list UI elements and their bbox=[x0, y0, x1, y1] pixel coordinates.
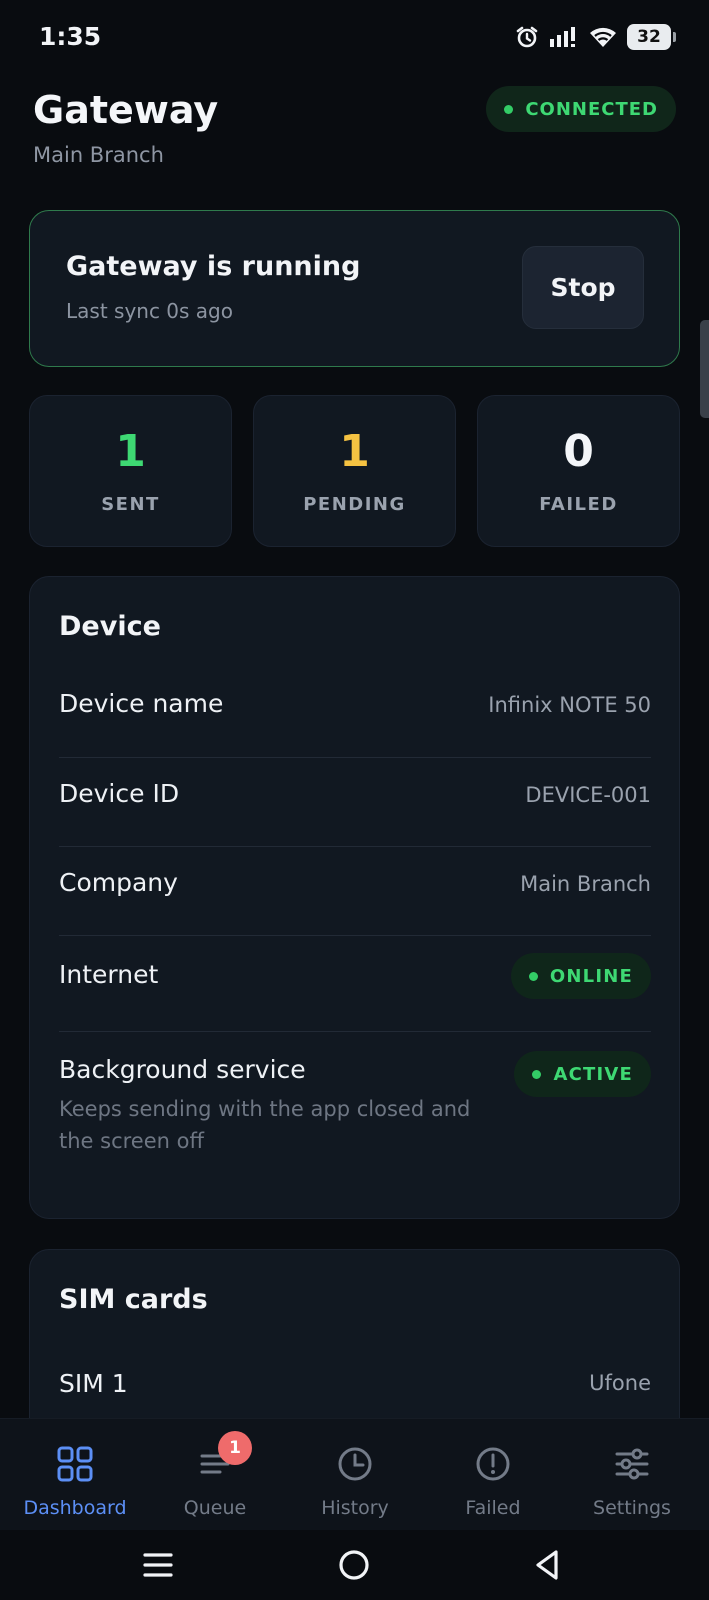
stop-button[interactable]: Stop bbox=[522, 246, 644, 329]
device-id-row: Device ID DEVICE-001 bbox=[59, 777, 651, 817]
internet-status-text: ONLINE bbox=[549, 965, 633, 987]
gateway-screen: 1:35 32 Gateway Main Branch CONNECTED Ga… bbox=[0, 0, 709, 1600]
alarm-icon bbox=[516, 26, 538, 48]
internet-status-badge: ONLINE bbox=[510, 953, 651, 999]
connection-status-badge: CONNECTED bbox=[486, 86, 676, 132]
stat-value-failed: 0 bbox=[563, 426, 594, 477]
nav-queue[interactable]: 1 Queue bbox=[145, 1419, 285, 1531]
sim1-value: Ufone bbox=[589, 1371, 651, 1395]
nav-settings-label: Settings bbox=[593, 1497, 671, 1519]
nav-failed[interactable]: Failed bbox=[423, 1419, 563, 1531]
status-time: 1:35 bbox=[39, 22, 102, 51]
gateway-running-card: Gateway is running Last sync 0s ago Stop bbox=[29, 210, 680, 367]
wifi-icon bbox=[590, 27, 616, 47]
device-name-row: Device name Infinix NOTE 50 bbox=[59, 687, 651, 727]
internet-label: Internet bbox=[59, 960, 159, 989]
nav-dashboard-label: Dashboard bbox=[23, 1497, 127, 1519]
stat-label-sent: SENT bbox=[101, 494, 160, 515]
stat-card-failed: 0 FAILED bbox=[477, 395, 680, 547]
status-icons: 32 bbox=[515, 24, 676, 50]
status-dot-icon bbox=[504, 104, 514, 114]
queue-count-badge: 1 bbox=[218, 1431, 252, 1465]
last-sync-text: Last sync 0s ago bbox=[66, 299, 233, 323]
divider bbox=[59, 1031, 651, 1032]
dashboard-icon bbox=[57, 1446, 93, 1482]
device-card: Device Device name Infinix NOTE 50 Devic… bbox=[29, 576, 680, 1219]
stat-label-failed: FAILED bbox=[539, 494, 618, 515]
company-row: Company Main Branch bbox=[59, 866, 651, 906]
signal-icon bbox=[550, 27, 575, 47]
stat-value-pending: 1 bbox=[339, 426, 370, 477]
device-id-value: DEVICE-001 bbox=[525, 783, 651, 807]
device-name-label: Device name bbox=[59, 689, 224, 718]
internet-row: Internet ONLINE bbox=[59, 951, 651, 1001]
connection-status-text: CONNECTED bbox=[525, 98, 658, 120]
stat-value-sent: 1 bbox=[115, 426, 146, 477]
nav-failed-label: Failed bbox=[465, 1497, 521, 1519]
battery-level: 32 bbox=[637, 27, 661, 47]
nav-queue-label: Queue bbox=[183, 1497, 247, 1519]
home-icon[interactable] bbox=[334, 1545, 374, 1585]
device-card-title: Device bbox=[59, 611, 161, 642]
nav-dashboard[interactable]: Dashboard bbox=[5, 1419, 145, 1531]
background-service-label: Background service bbox=[59, 1055, 306, 1084]
sim1-label: SIM 1 bbox=[59, 1369, 128, 1398]
background-service-row: Background service ACTIVE Keeps sending … bbox=[59, 1047, 651, 1177]
running-title: Gateway is running bbox=[66, 251, 361, 282]
divider bbox=[59, 935, 651, 936]
menu-icon[interactable] bbox=[138, 1545, 178, 1585]
divider bbox=[59, 846, 651, 847]
divider bbox=[59, 757, 651, 758]
alert-circle-icon bbox=[476, 1447, 510, 1481]
service-status-badge: ACTIVE bbox=[514, 1051, 651, 1097]
status-dot-icon bbox=[528, 971, 538, 981]
device-name-value: Infinix NOTE 50 bbox=[488, 693, 651, 717]
scroll-indicator[interactable] bbox=[700, 320, 709, 418]
sim1-row: SIM 1 Ufone bbox=[59, 1367, 651, 1407]
stat-card-sent: 1 SENT bbox=[29, 395, 232, 547]
company-value: Main Branch bbox=[520, 872, 651, 896]
nav-settings[interactable]: Settings bbox=[562, 1419, 702, 1531]
clock-icon bbox=[338, 1447, 372, 1481]
status-dot-icon bbox=[532, 1069, 542, 1079]
device-id-label: Device ID bbox=[59, 779, 180, 808]
bottom-navigation: Dashboard 1 Queue History Failed Setting… bbox=[0, 1418, 709, 1530]
back-icon[interactable] bbox=[528, 1545, 568, 1585]
system-navigation-bar bbox=[0, 1530, 709, 1600]
status-bar: 1:35 32 bbox=[0, 0, 709, 78]
page-subtitle: Main Branch bbox=[33, 143, 164, 167]
background-service-description: Keeps sending with the app closed and th… bbox=[59, 1097, 471, 1153]
nav-history-label: History bbox=[321, 1497, 389, 1519]
nav-history[interactable]: History bbox=[285, 1419, 425, 1531]
stat-card-pending: 1 PENDING bbox=[253, 395, 456, 547]
sim-cards-title: SIM cards bbox=[59, 1284, 208, 1315]
service-status-text: ACTIVE bbox=[553, 1063, 633, 1085]
sliders-icon bbox=[615, 1448, 649, 1480]
page-title: Gateway bbox=[33, 88, 219, 132]
battery-icon: 32 bbox=[627, 24, 676, 50]
company-label: Company bbox=[59, 868, 178, 897]
stat-label-pending: PENDING bbox=[303, 494, 406, 515]
